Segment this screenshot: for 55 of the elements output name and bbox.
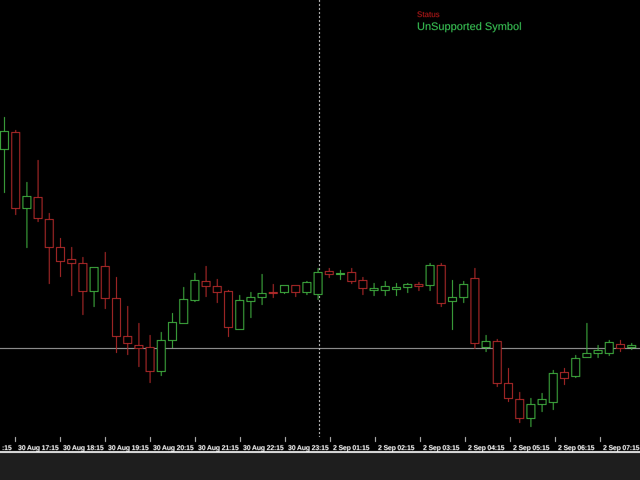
candlestick: [100, 252, 110, 310]
candlestick: [78, 256, 88, 316]
candlestick: [212, 278, 222, 304]
candlestick: [34, 160, 43, 222]
candlestick: [414, 282, 424, 292]
candlestick: [526, 398, 536, 428]
candlestick: [538, 392, 547, 412]
candlestick: [459, 280, 468, 304]
candlestick: [616, 340, 625, 352]
candlestick: [90, 266, 99, 308]
candlestick: [146, 334, 155, 384]
candlestick: [560, 368, 569, 386]
candlestick: [582, 322, 592, 358]
candlestick: [347, 268, 356, 284]
candlestick: [504, 368, 513, 402]
candlestick: [436, 262, 446, 308]
status-message: UnSupported Symbol: [417, 20, 522, 34]
candlestick: [594, 344, 603, 358]
candlestick: [492, 338, 502, 388]
candlestick: [268, 284, 278, 298]
candlestick: [314, 268, 323, 300]
candlestick: [370, 282, 379, 296]
status-label: Status: [417, 10, 441, 20]
candlestick: [190, 272, 200, 302]
candlestick: [280, 284, 289, 294]
candlestick: [123, 306, 132, 356]
candlestick: [571, 354, 580, 378]
candlestick: [302, 280, 312, 296]
candlestick: [168, 312, 177, 348]
candlestick: [258, 274, 267, 306]
candlestick: [392, 282, 401, 296]
candlestick: [515, 392, 524, 424]
candlestick: [235, 294, 244, 330]
candlestick: [548, 370, 558, 410]
candlestick: [604, 340, 614, 356]
candlestick: [67, 246, 76, 296]
candlestick: [224, 290, 233, 338]
candlestick: [358, 276, 368, 296]
candlestick: [202, 266, 211, 298]
candlestick: [426, 262, 435, 292]
candlestick: [627, 342, 636, 350]
candlestick: [156, 332, 166, 376]
candlestick: [324, 268, 334, 278]
candlestick: [482, 334, 491, 352]
candlestick: [56, 238, 65, 278]
candlestick: [448, 280, 457, 330]
candlestick: [403, 282, 412, 294]
candlestick: [246, 292, 256, 318]
candlestick: [380, 280, 390, 296]
candlestick: [336, 270, 345, 280]
candlestick: [22, 182, 32, 248]
candlestick: [291, 284, 300, 298]
candlestick: [134, 322, 144, 368]
candlestick: [44, 212, 54, 284]
candlestick: [179, 286, 188, 324]
